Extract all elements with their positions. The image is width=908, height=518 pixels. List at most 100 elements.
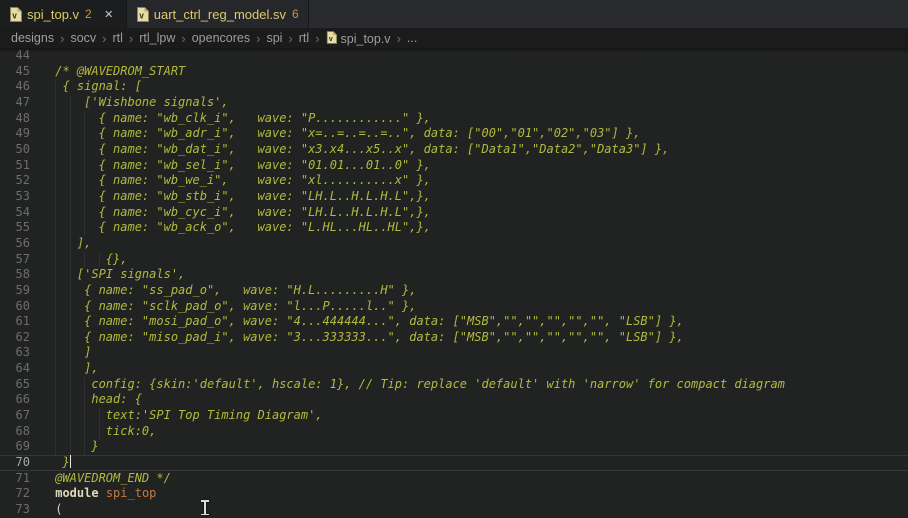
breadcrumb-item-spi[interactable]: spi bbox=[265, 31, 283, 45]
breadcrumb-item-rtl[interactable]: rtl bbox=[111, 31, 123, 45]
breadcrumb-label: rtl_lpw bbox=[139, 31, 175, 45]
line-number: 49 bbox=[0, 126, 30, 142]
code-line-67[interactable]: 67 text:'SPI Top Timing Diagram', bbox=[0, 408, 908, 424]
line-number: 50 bbox=[0, 142, 30, 158]
line-number: 56 bbox=[0, 236, 30, 252]
code-line-47[interactable]: 47 ['Wishbone signals', bbox=[0, 95, 908, 111]
breadcrumb-label: ... bbox=[407, 31, 417, 45]
code-line-45[interactable]: 45 /* @WAVEDROM_START bbox=[0, 64, 908, 80]
code-line-44[interactable]: 44 bbox=[0, 48, 908, 64]
code-line-72[interactable]: 72 module spi_top bbox=[0, 486, 908, 502]
code-text: { name: "wb_clk_i", wave: "P............… bbox=[48, 111, 431, 127]
breadcrumb-item-spi_top.v[interactable]: v spi_top.v bbox=[325, 30, 392, 46]
breadcrumb: designs›socv›rtl›rtl_lpw›opencores›spi›r… bbox=[0, 28, 908, 48]
gutter-margin bbox=[30, 79, 48, 95]
code-line-71[interactable]: 71 @WAVEDROM_END */ bbox=[0, 471, 908, 487]
breadcrumb-item-designs[interactable]: designs bbox=[10, 31, 55, 45]
line-number: 52 bbox=[0, 173, 30, 189]
line-number: 72 bbox=[0, 486, 30, 502]
line-number: 60 bbox=[0, 299, 30, 315]
code-line-52[interactable]: 52 { name: "wb_we_i", wave: "xl.........… bbox=[0, 173, 908, 189]
breadcrumb-item-socv[interactable]: socv bbox=[69, 31, 97, 45]
tab-close-icon[interactable]: ✕ bbox=[101, 6, 117, 22]
code-line-64[interactable]: 64 ], bbox=[0, 361, 908, 377]
code-lines: 4445 /* @WAVEDROM_START46 { signal: [47 … bbox=[0, 48, 908, 518]
gutter-margin bbox=[30, 283, 48, 299]
breadcrumb-item-rtl[interactable]: rtl bbox=[298, 31, 310, 45]
code-text: { name: "mosi_pad_o", wave: "4...444444.… bbox=[48, 314, 684, 330]
code-text: } bbox=[48, 455, 71, 471]
gutter-margin bbox=[30, 267, 48, 283]
line-number: 46 bbox=[0, 79, 30, 95]
line-number: 48 bbox=[0, 111, 30, 127]
line-number: 70 bbox=[0, 455, 30, 471]
code-line-55[interactable]: 55 { name: "wb_ack_o", wave: "L.HL...HL.… bbox=[0, 220, 908, 236]
code-line-63[interactable]: 63 ] bbox=[0, 345, 908, 361]
breadcrumb-item-opencores[interactable]: opencores bbox=[191, 31, 251, 45]
code-line-60[interactable]: 60 { name: "sclk_pad_o", wave: "l...P...… bbox=[0, 299, 908, 315]
code-text: {}, bbox=[48, 252, 127, 268]
code-editor[interactable]: 4445 /* @WAVEDROM_START46 { signal: [47 … bbox=[0, 48, 908, 518]
code-text: { name: "miso_pad_i", wave: "3...333333.… bbox=[48, 330, 684, 346]
breadcrumb-label: spi_top.v bbox=[341, 32, 391, 46]
code-line-53[interactable]: 53 { name: "wb_stb_i", wave: "LH.L..H.L.… bbox=[0, 189, 908, 205]
code-line-50[interactable]: 50 { name: "wb_dat_i", wave: "x3.x4...x5… bbox=[0, 142, 908, 158]
code-line-68[interactable]: 68 tick:0, bbox=[0, 424, 908, 440]
code-line-48[interactable]: 48 { name: "wb_clk_i", wave: "P.........… bbox=[0, 111, 908, 127]
code-line-59[interactable]: 59 { name: "ss_pad_o", wave: "H.L.......… bbox=[0, 283, 908, 299]
verilog-file-icon: v bbox=[326, 31, 337, 44]
tab-label: uart_ctrl_reg_model.sv bbox=[154, 7, 286, 22]
line-number: 65 bbox=[0, 377, 30, 393]
gutter-margin bbox=[30, 486, 48, 502]
chevron-right-icon: › bbox=[129, 31, 133, 46]
code-line-65[interactable]: 65 config: {skin:'default', hscale: 1}, … bbox=[0, 377, 908, 393]
line-number: 61 bbox=[0, 314, 30, 330]
line-number: 44 bbox=[0, 48, 30, 64]
code-line-57[interactable]: 57 {}, bbox=[0, 252, 908, 268]
editor-tab-uart_ctrl_reg_model.sv[interactable]: vuart_ctrl_reg_model.sv6 bbox=[127, 0, 309, 28]
chevron-right-icon: › bbox=[256, 31, 260, 46]
code-text: text:'SPI Top Timing Diagram', bbox=[48, 408, 323, 424]
code-line-62[interactable]: 62 { name: "miso_pad_i", wave: "3...3333… bbox=[0, 330, 908, 346]
code-text: { name: "wb_dat_i", wave: "x3.x4...x5..x… bbox=[48, 142, 669, 158]
code-text: ['SPI signals', bbox=[48, 267, 185, 283]
code-line-56[interactable]: 56 ], bbox=[0, 236, 908, 252]
tab-label: spi_top.v bbox=[27, 7, 79, 22]
code-line-61[interactable]: 61 { name: "mosi_pad_o", wave: "4...4444… bbox=[0, 314, 908, 330]
code-text: { signal: [ bbox=[48, 79, 142, 95]
code-line-46[interactable]: 46 { signal: [ bbox=[0, 79, 908, 95]
line-number: 58 bbox=[0, 267, 30, 283]
line-number: 66 bbox=[0, 392, 30, 408]
line-number: 55 bbox=[0, 220, 30, 236]
breadcrumb-item-...[interactable]: ... bbox=[406, 31, 418, 45]
editor-tab-bar: vspi_top.v2✕vuart_ctrl_reg_model.sv6 bbox=[0, 0, 908, 28]
gutter-margin bbox=[30, 220, 48, 236]
code-line-73[interactable]: 73 ( bbox=[0, 502, 908, 518]
line-number: 64 bbox=[0, 361, 30, 377]
line-number: 69 bbox=[0, 439, 30, 455]
code-line-66[interactable]: 66 head: { bbox=[0, 392, 908, 408]
code-text: { name: "wb_ack_o", wave: "L.HL...HL..HL… bbox=[48, 220, 431, 236]
editor-tab-spi_top.v[interactable]: vspi_top.v2✕ bbox=[0, 0, 127, 28]
line-number: 53 bbox=[0, 189, 30, 205]
line-number: 47 bbox=[0, 95, 30, 111]
line-number: 73 bbox=[0, 502, 30, 518]
gutter-margin bbox=[30, 392, 48, 408]
breadcrumb-item-rtl_lpw[interactable]: rtl_lpw bbox=[138, 31, 176, 45]
code-text: { name: "ss_pad_o", wave: "H.L.........H… bbox=[48, 283, 416, 299]
code-line-58[interactable]: 58 ['SPI signals', bbox=[0, 267, 908, 283]
problems-count-badge: 6 bbox=[292, 7, 299, 21]
gutter-margin bbox=[30, 439, 48, 455]
breadcrumb-label: opencores bbox=[192, 31, 250, 45]
code-line-54[interactable]: 54 { name: "wb_cyc_i", wave: "LH.L..H.L.… bbox=[0, 205, 908, 221]
code-line-69[interactable]: 69 } bbox=[0, 439, 908, 455]
line-number: 51 bbox=[0, 158, 30, 174]
line-number: 71 bbox=[0, 471, 30, 487]
line-number: 62 bbox=[0, 330, 30, 346]
breadcrumb-label: spi bbox=[266, 31, 282, 45]
code-text: ], bbox=[48, 361, 99, 377]
code-line-51[interactable]: 51 { name: "wb_sel_i", wave: "01.01...01… bbox=[0, 158, 908, 174]
code-line-70[interactable]: 70 } bbox=[0, 455, 908, 471]
gutter-margin bbox=[30, 330, 48, 346]
code-line-49[interactable]: 49 { name: "wb_adr_i", wave: "x=..=..=..… bbox=[0, 126, 908, 142]
